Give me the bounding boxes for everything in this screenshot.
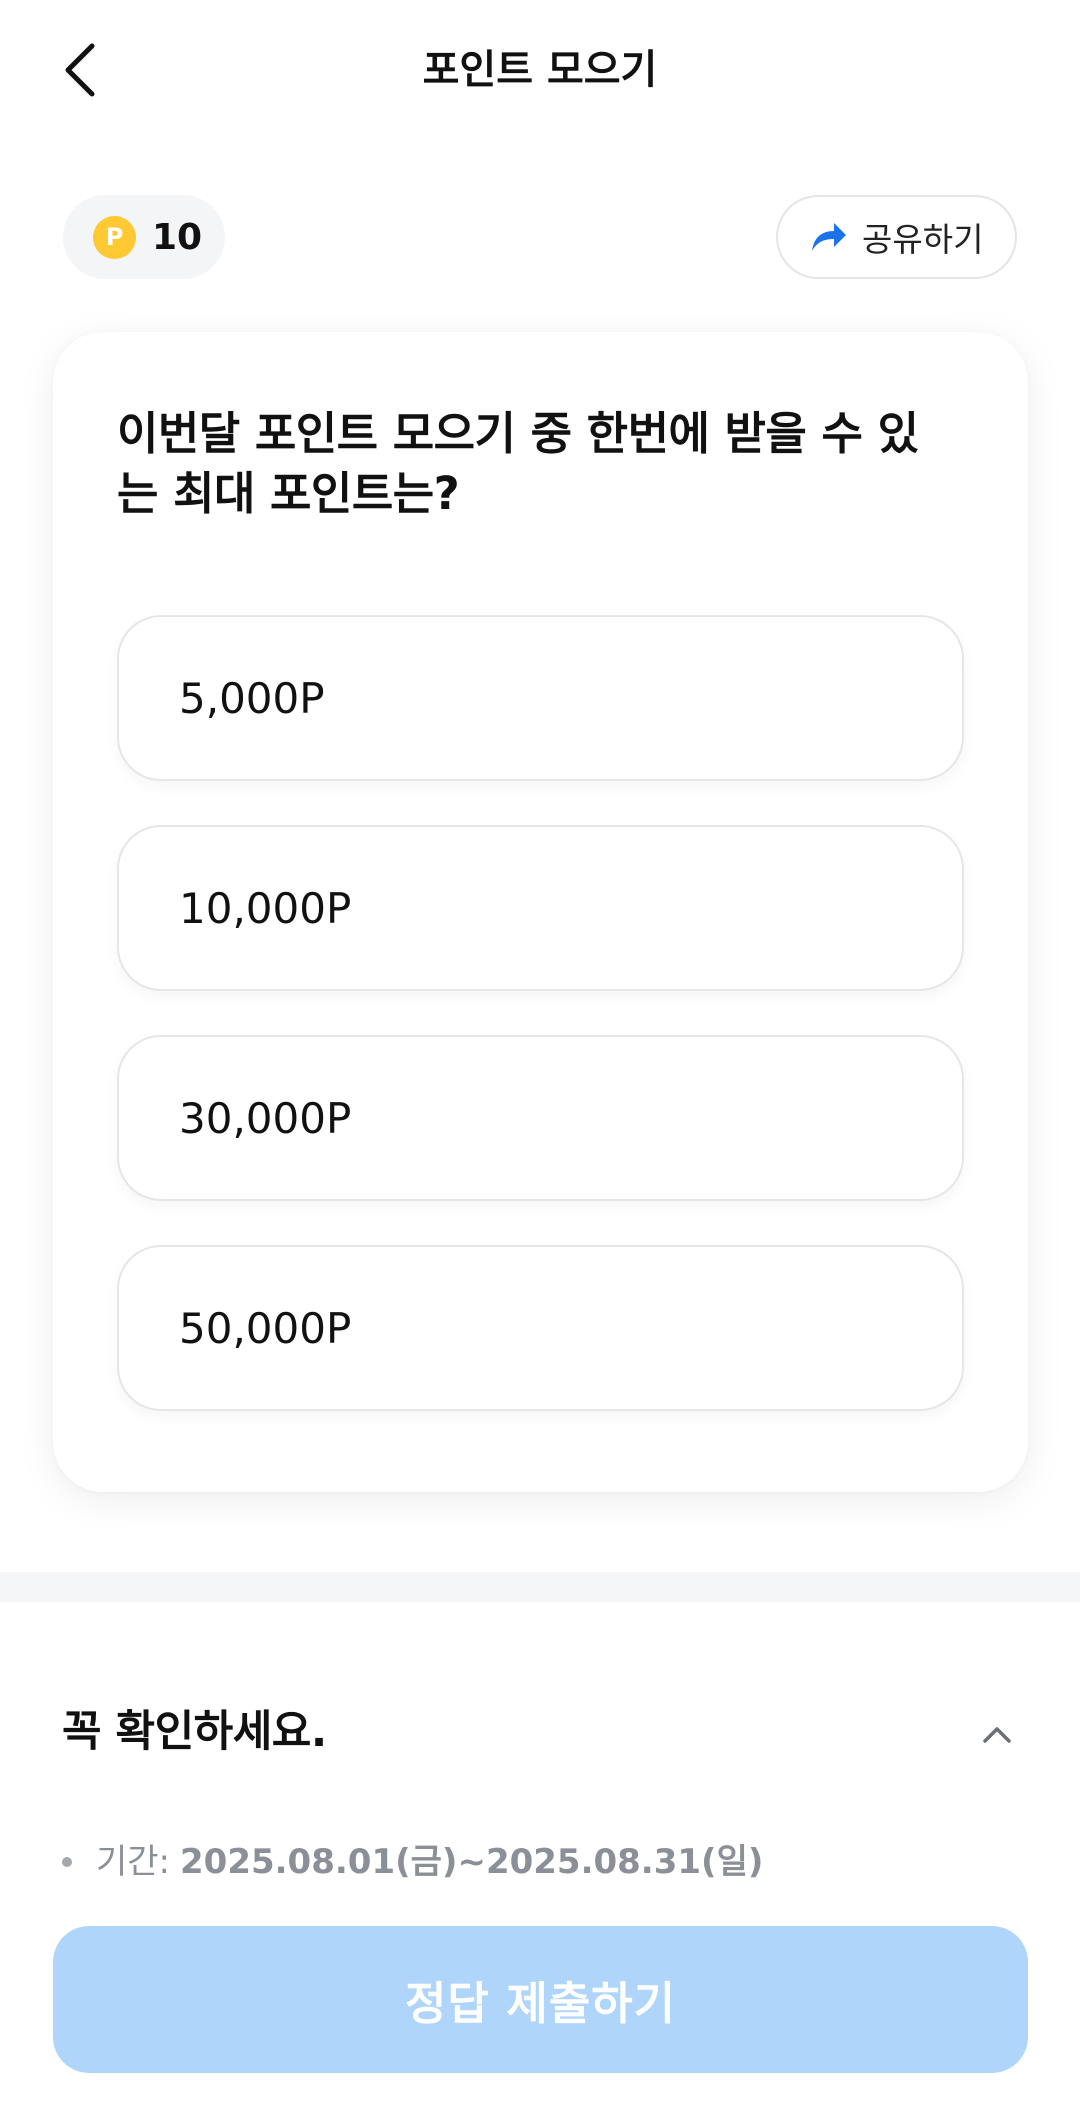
share-label: 공유하기 <box>862 220 984 259</box>
answer-option[interactable]: 5,000P <box>117 615 964 781</box>
answer-option[interactable]: 30,000P <box>117 1035 964 1201</box>
app-header: 포인트 모으기 <box>0 0 1080 140</box>
points-balance-value: 10 <box>152 216 203 258</box>
answer-option-label: 50,000P <box>179 1303 352 1353</box>
notice-title: 꼭 확인하세요. <box>62 1707 327 1757</box>
answer-option[interactable]: 50,000P <box>117 1245 964 1411</box>
section-divider <box>0 1572 1080 1602</box>
answer-option-label: 5,000P <box>179 673 325 723</box>
point-coin-icon: P <box>93 215 136 259</box>
answer-option-label: 30,000P <box>179 1093 352 1143</box>
notice-period-value: 2025.08.01(금)~2025.08.31(일) <box>180 1842 764 1882</box>
quiz-card: 이번달 포인트 모으기 중 한번에 받을 수 있는 최대 포인트는? 5,000… <box>53 332 1028 1492</box>
quiz-question: 이번달 포인트 모으기 중 한번에 받을 수 있는 최대 포인트는? <box>117 407 919 520</box>
points-balance-chip: P 10 <box>63 195 225 279</box>
notice-collapse-toggle[interactable] <box>972 1710 1022 1760</box>
page-title: 포인트 모으기 <box>422 47 658 93</box>
share-arrow-icon <box>808 217 848 257</box>
bullet-dot <box>62 1857 72 1867</box>
answer-option-label: 10,000P <box>179 883 352 933</box>
notice-period-item: 기간: 2025.08.01(금)~2025.08.31(일) <box>62 1836 763 1888</box>
notice-period-label: 기간: <box>96 1842 171 1882</box>
answer-option[interactable]: 10,000P <box>117 825 964 991</box>
share-button[interactable]: 공유하기 <box>776 195 1017 279</box>
chevron-up-icon <box>983 1727 1011 1743</box>
submit-answer-button[interactable]: 정답 제출하기 <box>53 1926 1028 2073</box>
